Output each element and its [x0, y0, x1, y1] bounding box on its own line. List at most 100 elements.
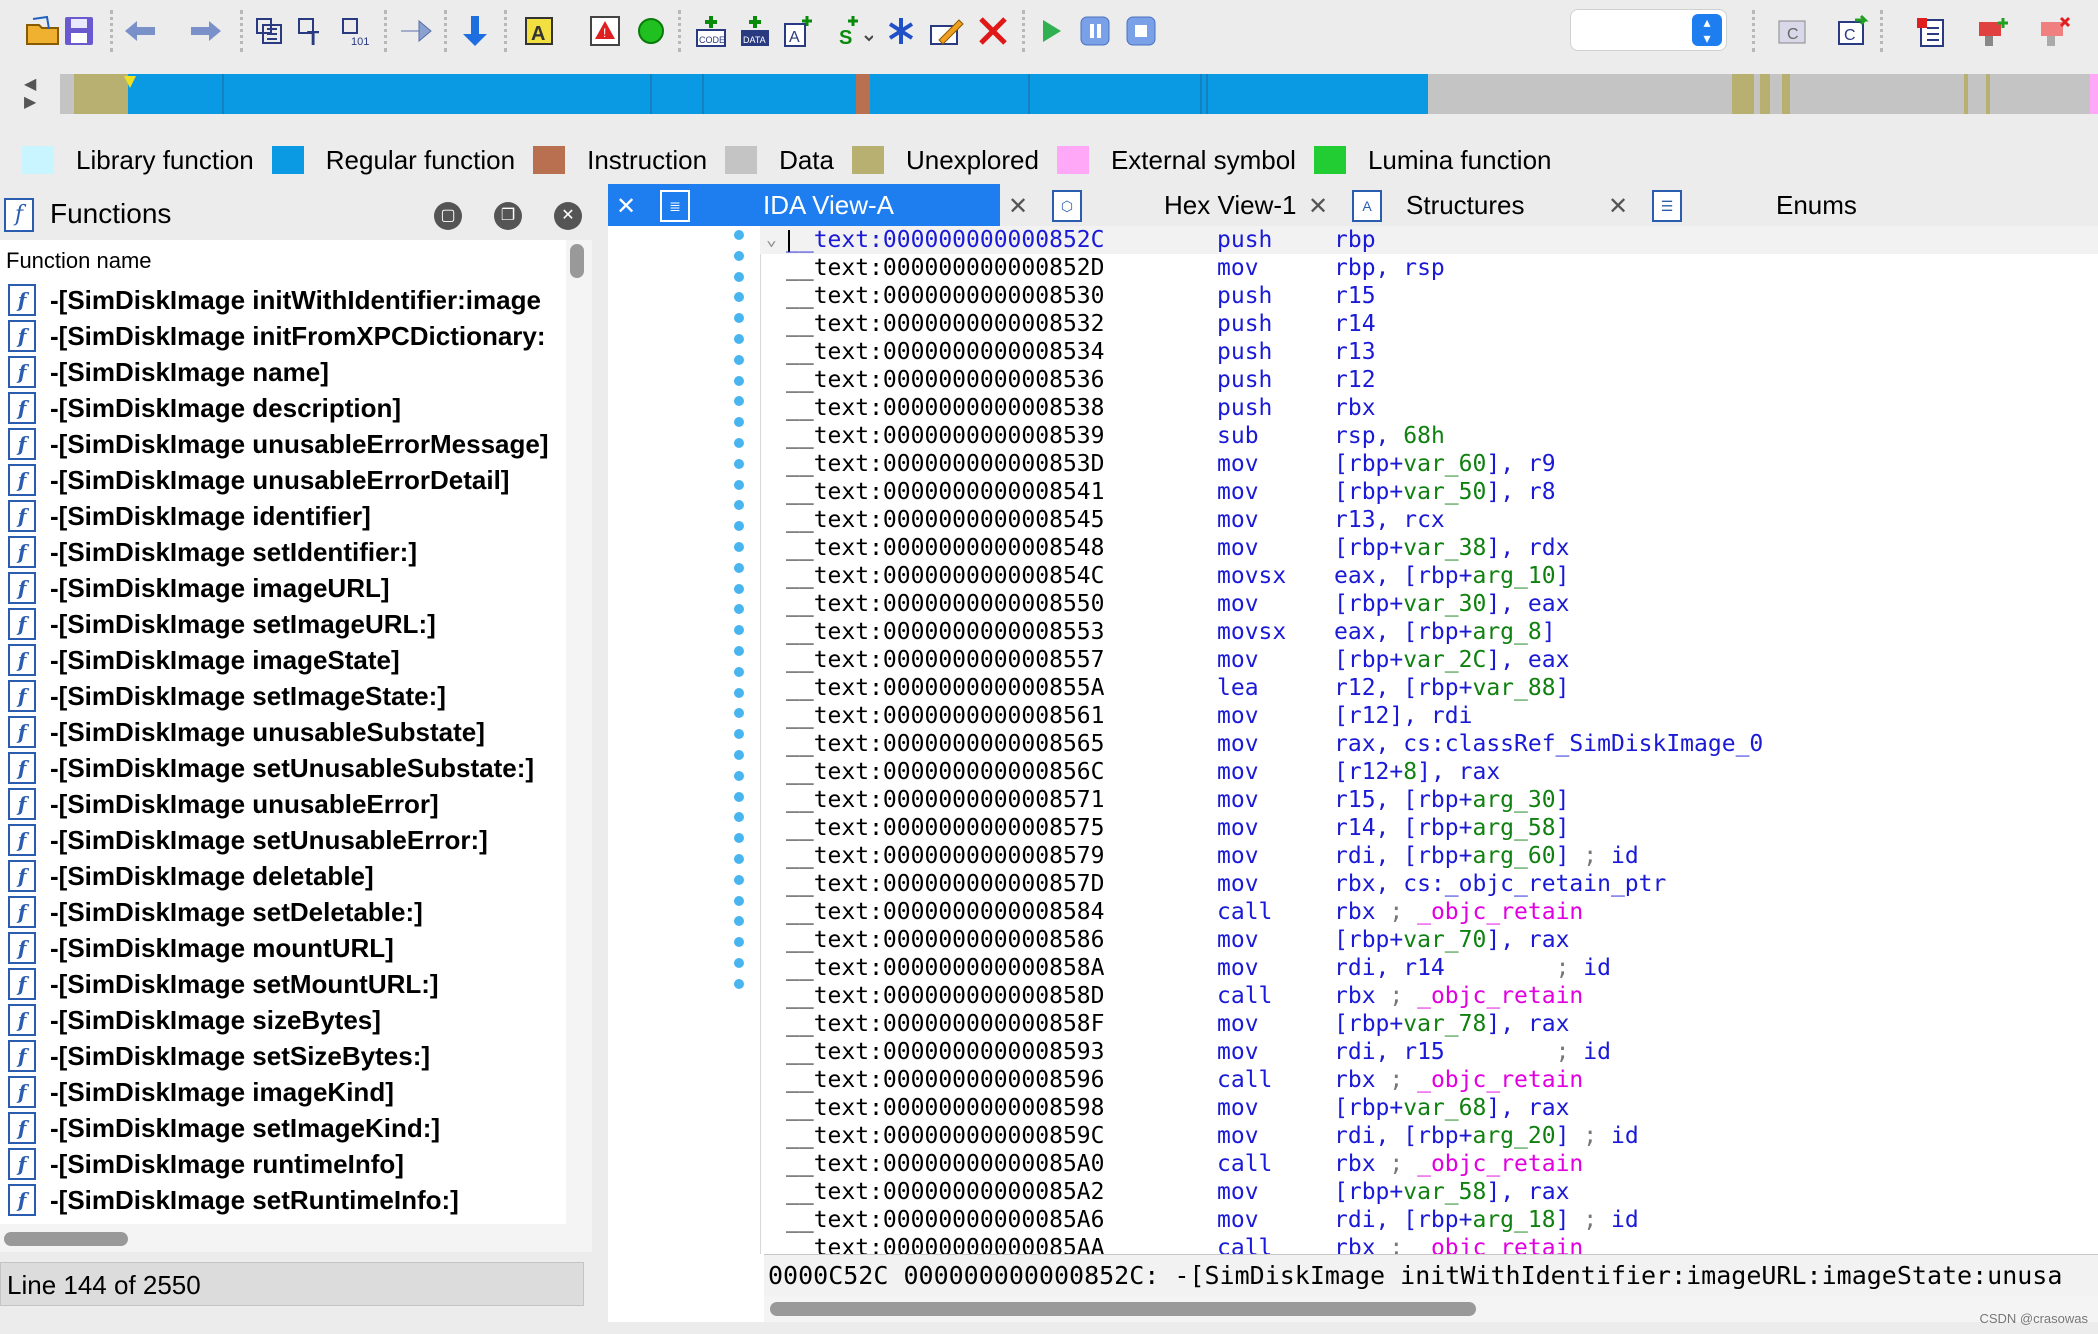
code-line[interactable]: __text:0000000000008598 mov [rbp+var_68], …	[760, 1094, 2098, 1122]
pause-icon[interactable]	[1072, 8, 1118, 54]
function-row[interactable]: f -[SimDiskImage setSizeBytes:]	[0, 1038, 566, 1074]
code-line[interactable]: __text:000000000000854C movsx eax, [rbp+ar…	[760, 562, 2098, 590]
close-icon[interactable]: ✕	[1008, 192, 1028, 221]
function-row[interactable]: f -[SimDiskImage sizeBytes]	[0, 1002, 566, 1038]
code-line[interactable]: __text:0000000000008596 call rbx ; _objc_r…	[760, 1066, 2098, 1094]
function-row[interactable]: f -[SimDiskImage setIdentifier:]	[0, 534, 566, 570]
close-icon[interactable]: ✕	[1308, 192, 1328, 221]
function-row[interactable]: f -[SimDiskImage name]	[0, 354, 566, 390]
code-line[interactable]: __text:0000000000008575 mov r14, [rbp+arg_…	[760, 814, 2098, 842]
segment-table-icon[interactable]	[248, 8, 294, 54]
code-line[interactable]: __text:00000000000085A6 mov rdi, [rbp+arg_…	[760, 1206, 2098, 1234]
code-line[interactable]: __text:0000000000008557 mov [rbp+var_2C], …	[760, 646, 2098, 674]
function-row[interactable]: f -[SimDiskImage setRuntimeInfo:]	[0, 1182, 566, 1218]
arrow-gutter[interactable]	[608, 226, 761, 1254]
code-line[interactable]: __text:0000000000008561 mov [r12], rdi	[760, 702, 2098, 730]
functions-horizontal-scrollbar[interactable]	[0, 1224, 566, 1252]
code-line[interactable]: __text:000000000000858F mov [rbp+var_78], …	[760, 1010, 2098, 1038]
code-line[interactable]: __text:000000000000858D call rbx ; _objc_r…	[760, 982, 2098, 1010]
panel-splitter[interactable]	[592, 184, 608, 1324]
code-line[interactable]: __text:000000000000857D mov rbx, cs:_objc_…	[760, 870, 2098, 898]
code-line[interactable]: __text:000000000000852D mov rbp, rsp	[760, 254, 2098, 282]
tab-hex-view-1[interactable]: ✕ ⬡ Hex View-1	[1000, 184, 1300, 226]
ascii-icon[interactable]: A	[776, 8, 822, 54]
debugger-select[interactable]: ▴ ▾	[1570, 9, 1727, 51]
function-row[interactable]: f -[SimDiskImage unusableSubstate]	[0, 714, 566, 750]
make-code-icon[interactable]: C	[1770, 8, 1816, 54]
binary-search-icon[interactable]: 101	[336, 8, 382, 54]
function-row[interactable]: f -[SimDiskImage imageURL]	[0, 570, 566, 606]
function-row[interactable]: f -[SimDiskImage identifier]	[0, 498, 566, 534]
function-row[interactable]: f -[SimDiskImage setUnusableSubstate:]	[0, 750, 566, 786]
function-row[interactable]: f -[SimDiskImage setImageKind:]	[0, 1110, 566, 1146]
functions-vertical-scrollbar[interactable]	[566, 240, 592, 1252]
jump-icon[interactable]	[392, 8, 438, 54]
code-line[interactable]: __text:0000000000008553 movsx eax, [rbp+ar…	[760, 618, 2098, 646]
function-row[interactable]: f -[SimDiskImage unusableErrorDetail]	[0, 462, 566, 498]
forward-icon[interactable]	[180, 8, 226, 54]
close-panel-button[interactable]: ✕	[554, 202, 582, 230]
float-panel-button[interactable]: ❐	[494, 202, 522, 230]
asterisk-icon[interactable]	[878, 8, 924, 54]
function-row[interactable]: f -[SimDiskImage unusableErrorMessage]	[0, 426, 566, 462]
tab-structures[interactable]: ✕ A Structures	[1300, 184, 1600, 226]
tab-enums[interactable]: ✕ ☰ Enums	[1600, 184, 2098, 226]
code-line[interactable]: __text:0000000000008530 push r15	[760, 282, 2098, 310]
function-row[interactable]: f -[SimDiskImage imageKind]	[0, 1074, 566, 1110]
down-arrow-icon[interactable]	[452, 8, 498, 54]
code-line[interactable]: __text:0000000000008593 mov rdi, r15 ; id	[760, 1038, 2098, 1066]
edit-icon[interactable]	[924, 8, 970, 54]
stop-icon[interactable]	[1118, 8, 1164, 54]
code-line[interactable]: __text:0000000000008536 push r12	[760, 366, 2098, 394]
navigation-band[interactable]	[60, 74, 2098, 114]
code-line[interactable]: __text:000000000000856C mov [r12+8], rax	[760, 758, 2098, 786]
text-mode-icon[interactable]: A	[518, 8, 564, 54]
code-line[interactable]: ⌄ __text:000000000000852C push rbp	[760, 226, 2098, 254]
code-line[interactable]: __text:0000000000008586 mov [rbp+var_70], …	[760, 926, 2098, 954]
function-row[interactable]: f -[SimDiskImage initFromXPCDictionary:	[0, 318, 566, 354]
green-circle-icon[interactable]	[628, 8, 674, 54]
code-line[interactable]: __text:0000000000008534 push r13	[760, 338, 2098, 366]
tab-ida-view-a[interactable]: ✕ ≣ IDA View-A	[608, 184, 1000, 226]
function-row[interactable]: f -[SimDiskImage setMountURL:]	[0, 966, 566, 1002]
function-row[interactable]: f -[SimDiskImage imageState]	[0, 642, 566, 678]
close-icon[interactable]: ✕	[1608, 192, 1628, 221]
warning-icon[interactable]: !	[582, 8, 628, 54]
make-function-icon[interactable]: C	[1830, 8, 1876, 54]
add-breakpoint-icon[interactable]	[1970, 8, 2016, 54]
code-line[interactable]: __text:00000000000085A2 mov [rbp+var_58], …	[760, 1178, 2098, 1206]
scrollbar-thumb[interactable]	[570, 244, 584, 278]
column-header-function-name[interactable]: Function name	[0, 240, 566, 282]
code-line[interactable]: __text:0000000000008545 mov r13, rcx	[760, 506, 2098, 534]
code-line[interactable]: __text:0000000000008532 push r14	[760, 310, 2098, 338]
remove-breakpoint-icon[interactable]	[2032, 8, 2078, 54]
function-row[interactable]: f -[SimDiskImage initWithIdentifier:image	[0, 282, 566, 318]
delete-icon[interactable]	[970, 8, 1016, 54]
code-line[interactable]: __text:000000000000853D mov [rbp+var_60], …	[760, 450, 2098, 478]
function-row[interactable]: f -[SimDiskImage deletable]	[0, 858, 566, 894]
text-search-icon[interactable]: T	[290, 8, 336, 54]
code-line[interactable]: __text:0000000000008571 mov r15, [rbp+arg_…	[760, 786, 2098, 814]
data-icon[interactable]: DATA	[732, 8, 778, 54]
code-line[interactable]: __text:00000000000085A0 call rbx ; _objc_r…	[760, 1150, 2098, 1178]
play-icon[interactable]	[1028, 8, 1074, 54]
function-row[interactable]: f -[SimDiskImage runtimeInfo]	[0, 1146, 566, 1182]
code-line[interactable]: __text:0000000000008550 mov [rbp+var_30], …	[760, 590, 2098, 618]
function-row[interactable]: f -[SimDiskImage description]	[0, 390, 566, 426]
minimize-panel-button[interactable]: ▢	[434, 202, 462, 230]
close-icon[interactable]: ✕	[616, 192, 636, 221]
breakpoint-icon[interactable]	[1910, 8, 1956, 54]
save-icon[interactable]	[56, 8, 102, 54]
scrollbar-thumb[interactable]	[770, 1302, 1476, 1316]
code-line[interactable]: __text:00000000000085AA call rbx ; _objc_r…	[760, 1234, 2098, 1254]
code-line[interactable]: __text:0000000000008539 sub rsp, 68h	[760, 422, 2098, 450]
code-line[interactable]: __text:000000000000855A lea r12, [rbp+var_…	[760, 674, 2098, 702]
function-row[interactable]: f -[SimDiskImage mountURL]	[0, 930, 566, 966]
code-line[interactable]: __text:0000000000008584 call rbx ; _objc_r…	[760, 898, 2098, 926]
fold-chevron-icon[interactable]: ⌄	[766, 226, 777, 254]
ida-view[interactable]: ⌄ __text:000000000000852C push rbp __text:00…	[608, 226, 2098, 1322]
function-row[interactable]: f -[SimDiskImage setImageURL:]	[0, 606, 566, 642]
function-row[interactable]: f -[SimDiskImage setUnusableError:]	[0, 822, 566, 858]
function-row[interactable]: f -[SimDiskImage setDeletable:]	[0, 894, 566, 930]
code-line[interactable]: __text:000000000000858A mov rdi, r14 ; id	[760, 954, 2098, 982]
